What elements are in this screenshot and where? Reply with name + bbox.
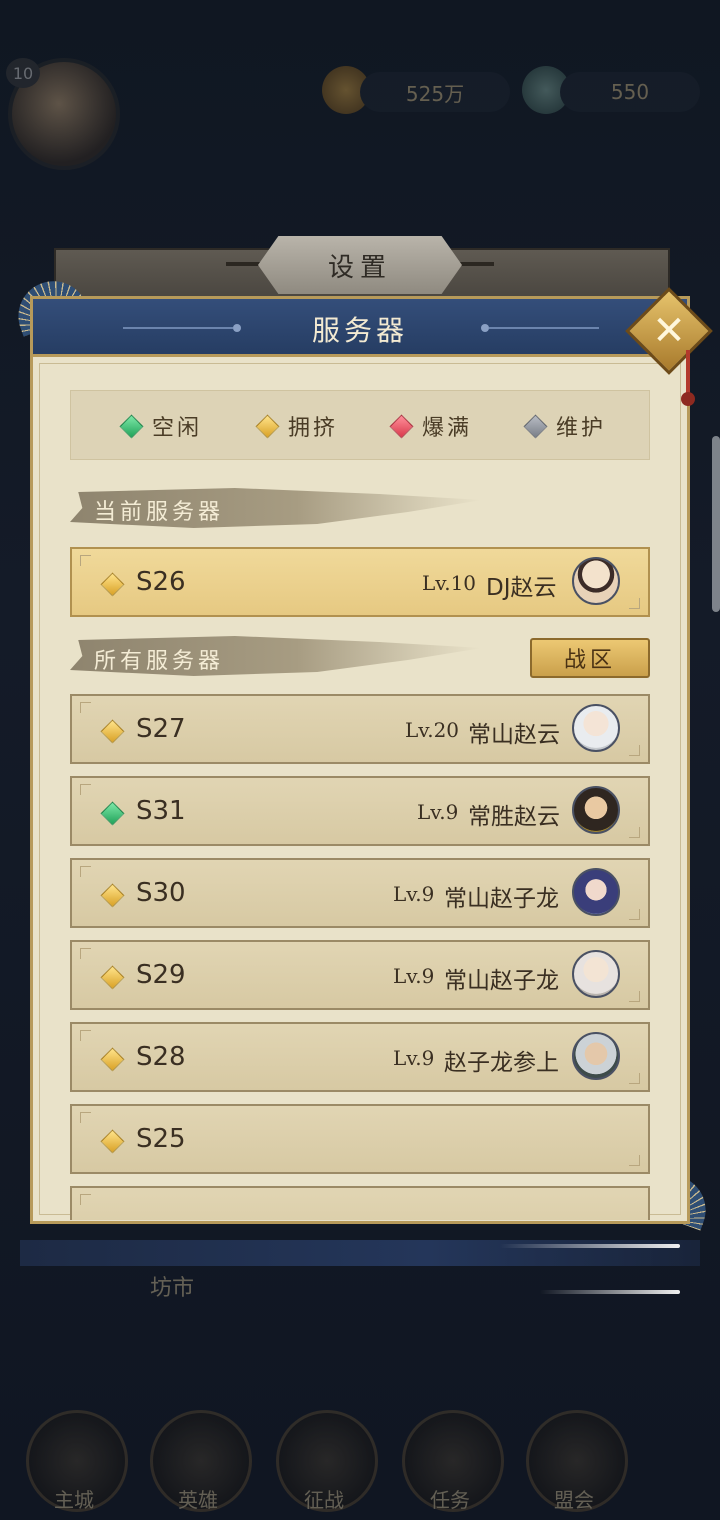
server-id: S30 [136,878,186,908]
yellow-diamond-icon [255,413,280,439]
player-avatar [572,950,620,998]
yellow-diamond-icon [100,572,125,597]
row-corner [80,1194,91,1205]
nav-label: 任务 [430,1488,470,1512]
nav-label: 盟会 [554,1488,594,1512]
yellow-diamond-icon [100,1129,125,1154]
side-scroll-handle[interactable] [712,436,720,612]
legend-busy: 拥挤 [255,413,339,441]
nav-label: 征战 [304,1488,344,1512]
server-row[interactable]: S29 Lv.9 常山赵子龙 [70,940,650,1010]
player-level: Lv.9 [417,800,459,824]
game-screen: 10 525万 550 坊市 主城 英雄 征战 任务 盟会 设置 服务器 ✕ 空… [0,0,720,1520]
server-id: S29 [136,960,186,990]
server-id: S27 [136,714,186,744]
server-row-partial[interactable] [70,1186,650,1220]
player-name: DJ赵云 [486,575,557,601]
row-corner [629,598,640,609]
bottom-nav: 主城 英雄 征战 任务 盟会 [0,1400,720,1520]
legend-maintenance: 维护 [523,413,607,441]
status-legend: 空闲 拥挤 爆满 维护 [70,390,650,460]
brush-streak [540,1290,680,1294]
legend-label: 爆满 [422,416,473,441]
war-zone-button[interactable]: 战区 [530,638,650,678]
tassel-decoration [681,392,695,406]
current-section-label: 当前服务器 [94,500,225,525]
legend-label: 空闲 [152,416,203,441]
coin-amount: 525万 [360,72,510,112]
dialog-header: 服务器 [33,299,687,357]
server-row[interactable]: S25 [70,1104,650,1174]
player-avatar [572,704,620,752]
row-corner [629,827,640,838]
legend-full: 爆满 [389,413,473,441]
row-corner [629,1155,640,1166]
legend-label: 维护 [556,416,607,441]
server-id: S28 [136,1042,186,1072]
player-avatar [572,557,620,605]
gem-amount: 550 [560,72,700,112]
player-name: 常胜赵云 [468,804,560,830]
legend-idle: 空闲 [119,413,203,441]
nav-label: 主城 [54,1488,94,1512]
player-avatar [572,868,620,916]
brush-streak [500,1244,680,1248]
player-level: Lv.10 [422,571,477,595]
tassel-decoration [686,350,690,396]
player-level: Lv.20 [405,718,460,742]
settings-tab-label: 设置 [327,252,392,283]
close-icon[interactable]: ✕ [638,300,700,362]
player-avatar [572,1032,620,1080]
row-corner [629,1073,640,1084]
player-level: Lv.9 [393,964,435,988]
server-row[interactable]: S28 Lv.9 赵子龙参上 [70,1022,650,1092]
server-row[interactable]: S27 Lv.20 常山赵云 [70,694,650,764]
yellow-diamond-icon [100,883,125,908]
all-section-label: 所有服务器 [94,649,225,674]
yellow-diamond-icon [100,965,125,990]
settings-tab[interactable]: 设置 [258,236,462,294]
server-row[interactable]: S30 Lv.9 常山赵子龙 [70,858,650,928]
dialog-title: 服务器 [311,314,408,347]
server-id: S31 [136,796,186,826]
row-corner [629,991,640,1002]
server-row[interactable]: S31 Lv.9 常胜赵云 [70,776,650,846]
server-id: S25 [136,1124,186,1154]
row-corner [80,948,91,959]
red-diamond-icon [389,413,414,439]
list-overflow [33,1180,687,1220]
legend-label: 拥挤 [288,416,339,441]
yellow-diamond-icon [100,1047,125,1072]
green-diamond-icon [100,801,125,826]
row-corner [80,702,91,713]
row-corner [80,784,91,795]
row-corner [629,909,640,920]
player-name: 常山赵子龙 [444,968,559,994]
player-level: Lv.9 [393,882,435,906]
player-name: 赵子龙参上 [444,1050,559,1076]
gray-diamond-icon [523,413,548,439]
green-diamond-icon [119,413,144,439]
row-corner [80,866,91,877]
player-name: 常山赵云 [468,722,560,748]
market-tab: 坊市 [150,1276,195,1301]
row-corner [80,1112,91,1123]
row-corner [629,745,640,756]
row-corner [80,555,91,566]
player-name: 常山赵子龙 [444,886,559,912]
row-corner [80,1030,91,1041]
current-server-row[interactable]: S26 Lv.10 DJ赵云 [70,547,650,617]
nav-label: 英雄 [178,1488,218,1512]
server-id: S26 [136,567,186,597]
player-level: Lv.9 [393,1046,435,1070]
player-level-badge: 10 [6,58,40,88]
player-avatar [572,786,620,834]
yellow-diamond-icon [100,719,125,744]
